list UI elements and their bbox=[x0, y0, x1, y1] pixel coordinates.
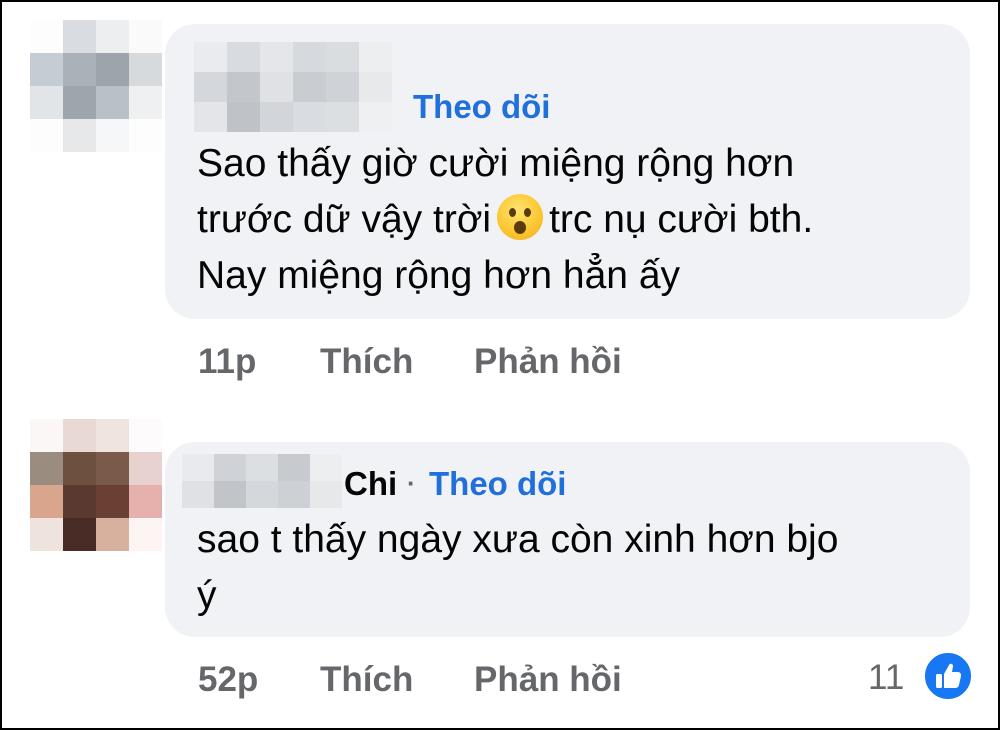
author-name-blurred[interactable] bbox=[182, 454, 342, 508]
follow-link[interactable]: Theo dõi bbox=[429, 465, 566, 503]
comment-time[interactable]: 52p bbox=[198, 660, 258, 700]
author-name[interactable]: Chi bbox=[344, 465, 397, 503]
comment-time[interactable]: 11p bbox=[198, 342, 256, 382]
comment-text: Sao thấy giờ cười miệng rộng hơn trước d… bbox=[197, 136, 813, 304]
comment-line: ý bbox=[197, 574, 217, 617]
like-button[interactable]: Thích bbox=[320, 660, 413, 700]
separator-dot: · bbox=[407, 468, 416, 498]
comment-line: Sao thấy giờ cười miệng rộng hơn bbox=[197, 142, 795, 185]
comment-line: sao t thấy ngày xưa còn xinh hơn bjo bbox=[197, 518, 839, 561]
like-thumb-icon-graphic bbox=[936, 663, 962, 688]
comment-line: Nay miệng rộng hơn hẳn ấy bbox=[197, 254, 681, 297]
like-thumb-icon[interactable] bbox=[922, 650, 974, 702]
comment-text: sao t thấy ngày xưa còn xinh hơn bjo ý bbox=[197, 512, 838, 624]
reply-button[interactable]: Phản hồi bbox=[474, 660, 622, 700]
reply-button[interactable]: Phản hồi bbox=[474, 342, 622, 382]
comment-line: trước dữ vậy trời trc nụ cười bth. bbox=[197, 192, 813, 248]
follow-link[interactable]: Theo dõi bbox=[413, 88, 550, 126]
astonished-face-icon bbox=[497, 194, 544, 240]
avatar[interactable] bbox=[30, 20, 162, 152]
reaction-count[interactable]: 11 bbox=[868, 658, 904, 698]
avatar[interactable] bbox=[30, 419, 162, 551]
screenshot-frame: Theo dõi Sao thấy giờ cười miệng rộng hơ… bbox=[0, 0, 1000, 730]
like-button[interactable]: Thích bbox=[320, 342, 413, 382]
author-name[interactable] bbox=[194, 42, 392, 132]
